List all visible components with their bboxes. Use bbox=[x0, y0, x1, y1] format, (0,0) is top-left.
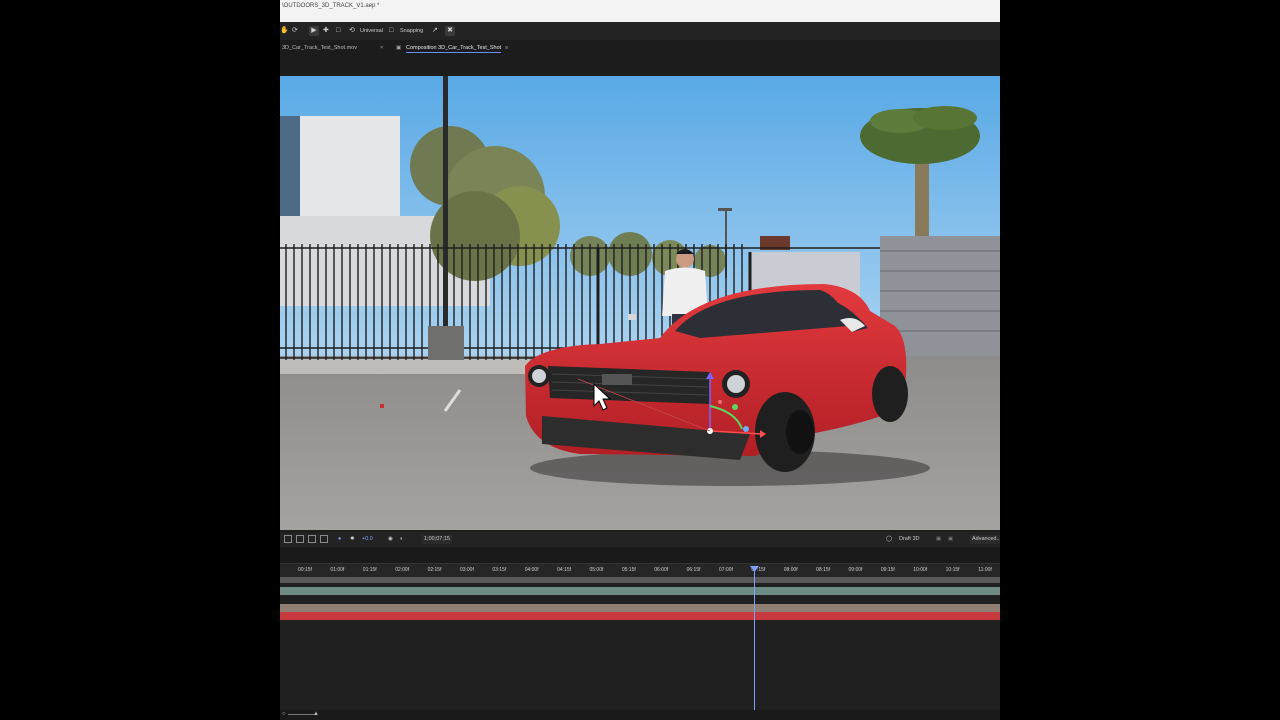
snapping-label[interactable]: Snapping bbox=[400, 28, 423, 34]
lock-icon[interactable]: ▣ bbox=[396, 45, 401, 51]
playhead[interactable] bbox=[754, 566, 755, 712]
after-effects-window: \OUTDOORS_3D_TRACK_V1.aep * ✋ ⟳ ▶ ✚ □ ⟲ … bbox=[280, 0, 1000, 720]
ruler-tick: 10:00f bbox=[913, 567, 928, 573]
ruler-tick: 02:00f bbox=[395, 567, 410, 573]
hand-tool-icon[interactable]: ✋ bbox=[280, 26, 289, 36]
pan-behind-icon[interactable]: □ bbox=[336, 26, 340, 36]
layer-bar-3[interactable] bbox=[280, 604, 1000, 612]
ruler-tick: 09:00f bbox=[848, 567, 863, 573]
window-title: \OUTDOORS_3D_TRACK_V1.aep * bbox=[282, 3, 380, 9]
ruler-tick: 03:15f bbox=[492, 567, 507, 573]
3d-view-icon[interactable]: ▣ bbox=[936, 535, 941, 544]
tools-panel: ✋ ⟳ ▶ ✚ □ ⟲ Universal □ Snapping ↗ ✖ bbox=[280, 22, 1000, 40]
renderer-icon[interactable]: ◯ bbox=[886, 535, 892, 544]
time-ruler[interactable]: 00:15f 01:00f 01:15f 02:00f 02:15f 03:00f 03:1… bbox=[280, 563, 1000, 578]
guides-toggle-icon[interactable] bbox=[296, 535, 304, 543]
panel-tabs: 3D_Car_Track_Test_Shot.mov × ▣ Compositi… bbox=[280, 40, 1000, 76]
fit-toggle-icon[interactable] bbox=[308, 535, 316, 543]
viewer-scene[interactable] bbox=[280, 76, 1000, 530]
viewer-toolbar: ● ✹ +0.0 ◉ ◐ 1;00;07;15 ◯ Draft 3D ▣ ▣ A… bbox=[280, 532, 1000, 547]
composition-viewer[interactable] bbox=[280, 76, 1000, 530]
ruler-tick: 07:00f bbox=[718, 567, 733, 573]
renderer-dropdown[interactable]: Draft 3D bbox=[899, 535, 919, 544]
ruler-tick: 03:00f bbox=[459, 567, 474, 573]
zoom-in-icon[interactable]: ▲ bbox=[313, 711, 319, 717]
ruler-tick: 10:15f bbox=[945, 567, 960, 573]
ruler-tick: 01:15f bbox=[362, 567, 377, 573]
view-layout-icon[interactable]: ▣ bbox=[948, 535, 953, 544]
close-tab-icon[interactable]: × bbox=[380, 45, 383, 51]
timeline-header bbox=[280, 547, 1000, 563]
anchor-tool-icon[interactable]: ✚ bbox=[323, 26, 329, 36]
exposure-reset-icon[interactable]: ✹ bbox=[350, 535, 355, 544]
expand-icon[interactable]: ↗ bbox=[432, 26, 438, 36]
zoom-out-icon[interactable]: ○ bbox=[282, 711, 286, 717]
ruler-tick: 08:00f bbox=[783, 567, 798, 573]
tab-footage[interactable]: 3D_Car_Track_Test_Shot.mov bbox=[282, 45, 357, 51]
ruler-tick: 08:15f bbox=[816, 567, 831, 573]
ruler-tick: 05:00f bbox=[589, 567, 604, 573]
timeline-zoom-bar: ○ ▲ bbox=[280, 710, 1000, 720]
ruler-tick: 00:15f bbox=[298, 567, 312, 573]
layer-bar-4[interactable] bbox=[280, 612, 1000, 620]
region-icon[interactable] bbox=[320, 535, 328, 543]
snapping-checkbox-icon[interactable]: □ bbox=[389, 26, 393, 36]
ruler-tick: 04:00f bbox=[524, 567, 539, 573]
zoom-slider[interactable] bbox=[288, 714, 316, 715]
layer-bar-2[interactable] bbox=[280, 587, 1000, 595]
ruler-tick: 02:15f bbox=[427, 567, 442, 573]
layer-bar-1[interactable] bbox=[280, 577, 1000, 583]
universal-label[interactable]: Universal bbox=[360, 28, 383, 34]
ruler-tick: 06:15f bbox=[686, 567, 701, 573]
ruler-tick: 09:15f bbox=[880, 567, 895, 573]
show-snapshot-icon[interactable]: ◐ bbox=[400, 535, 403, 544]
snapshot-icon[interactable]: ◉ bbox=[388, 535, 393, 544]
color-management-icon[interactable]: ● bbox=[338, 535, 341, 544]
grid-toggle-icon[interactable] bbox=[284, 535, 292, 543]
panel-menu-icon[interactable]: ≡ bbox=[505, 45, 508, 51]
snapping-options-icon[interactable]: ✖ bbox=[445, 26, 455, 36]
ruler-tick: 06:00f bbox=[654, 567, 669, 573]
selection-tool-icon[interactable]: ▶ bbox=[309, 26, 319, 36]
exposure-value[interactable]: +0.0 bbox=[362, 535, 373, 544]
ruler-tick: 04:15f bbox=[557, 567, 571, 573]
universal-icon[interactable]: ⟲ bbox=[349, 26, 355, 36]
timeline-tracks bbox=[280, 577, 1000, 720]
ruler-tick: 05:15f bbox=[621, 567, 636, 573]
tab-composition[interactable]: Composition 3D_Car_Track_Test_Shot bbox=[406, 45, 502, 53]
advanced-button[interactable]: Advanced... bbox=[970, 535, 1000, 544]
ruler-tick: 01:00f bbox=[330, 567, 345, 573]
title-bar: \OUTDOORS_3D_TRACK_V1.aep * bbox=[280, 0, 1000, 22]
current-timecode[interactable]: 1;00;07;15 bbox=[422, 535, 452, 544]
ruler-tick: 11:00f bbox=[978, 567, 992, 573]
rotate-icon[interactable]: ⟳ bbox=[292, 26, 298, 36]
